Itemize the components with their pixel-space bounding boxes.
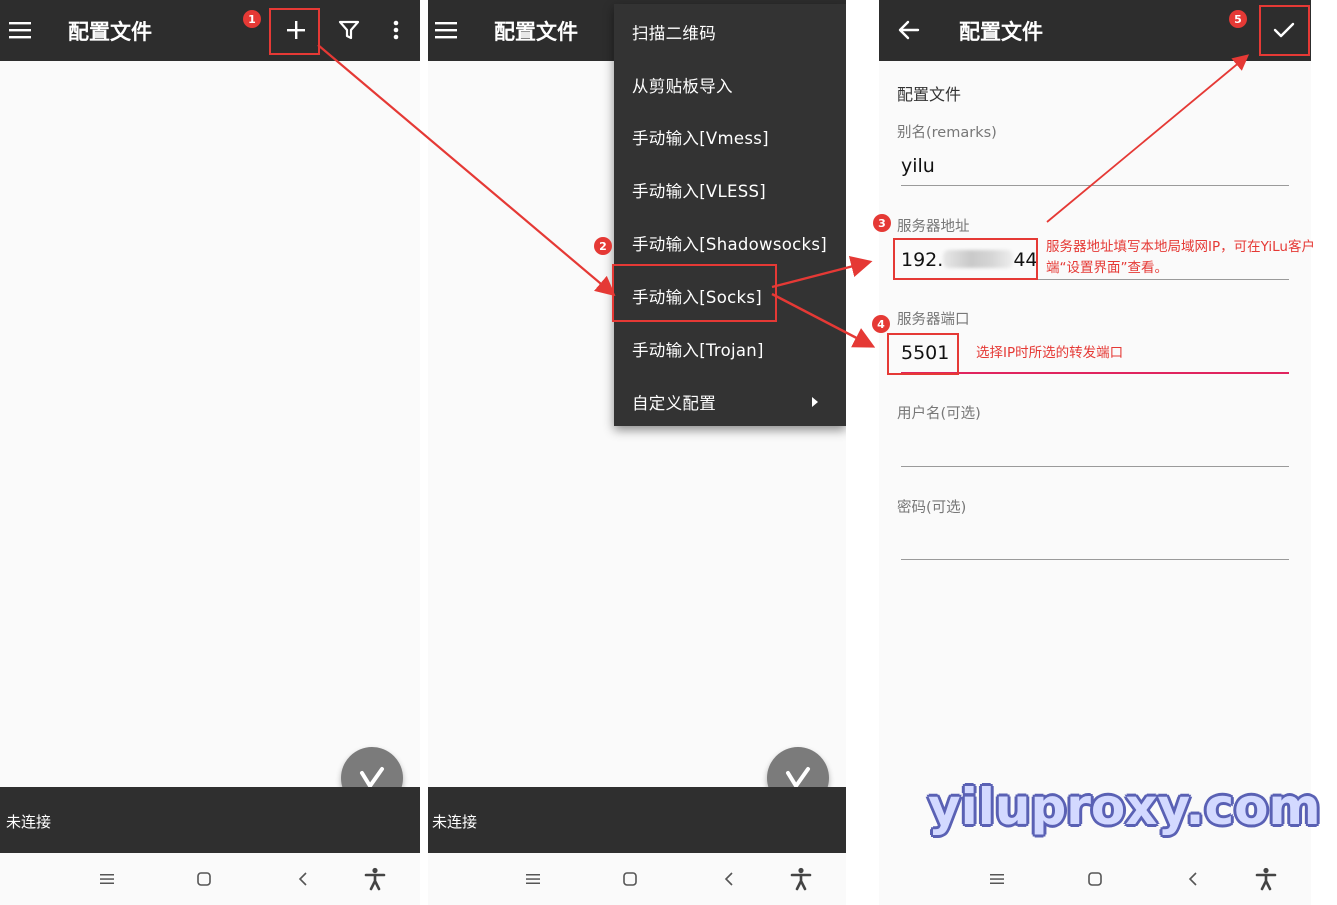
arrow-socks-to-server xyxy=(771,256,873,289)
arrow-plus-to-menu xyxy=(317,44,616,297)
watermark-logo: yiluproxy.com xyxy=(928,778,1321,836)
arrow-note-to-check xyxy=(1046,54,1250,223)
annotation-arrows xyxy=(317,44,1250,348)
arrow-socks-to-port xyxy=(771,292,876,348)
